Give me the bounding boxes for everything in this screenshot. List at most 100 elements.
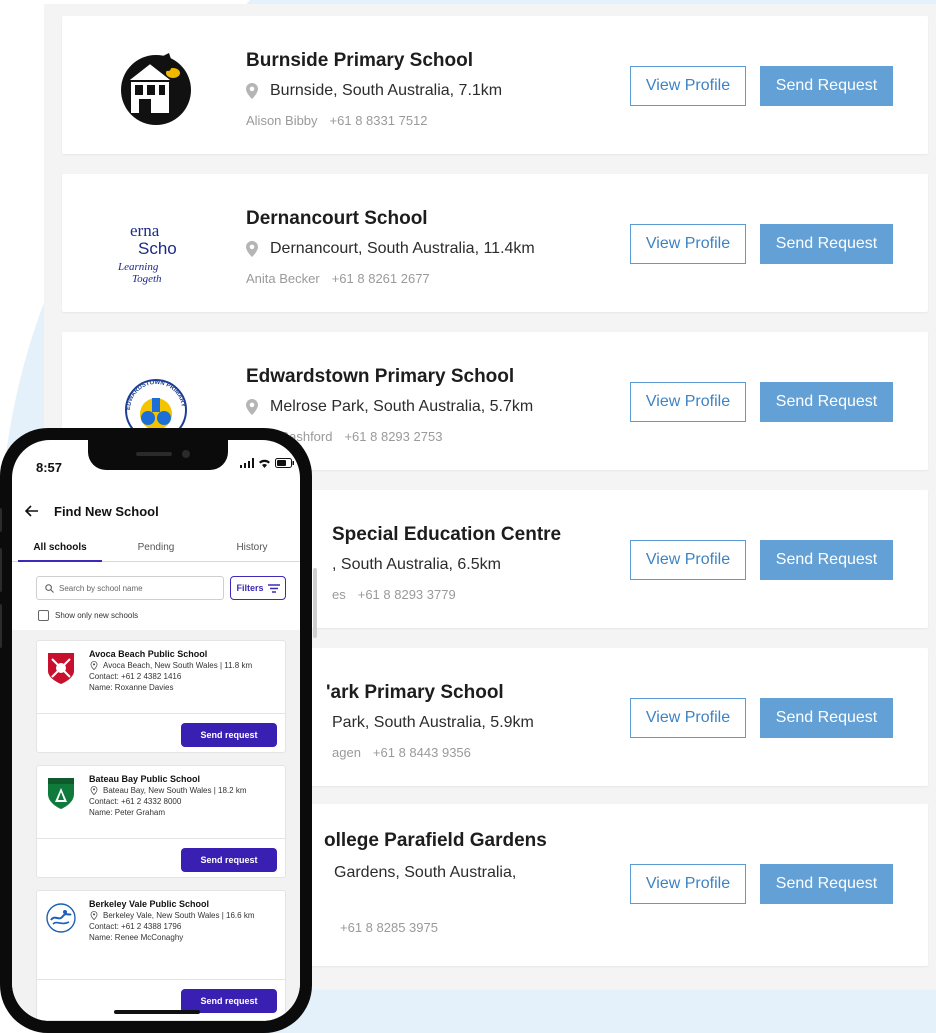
school-location: Bateau Bay, New South Wales | 18.2 km <box>89 785 281 796</box>
contact-name: es <box>332 587 346 602</box>
list-item: Berkeley Vale Public School Berkeley Val… <box>36 890 286 1021</box>
school-location: Dernancourt, South Australia, 11.4km <box>246 240 535 258</box>
school-location: Park, South Australia, 5.9km <box>332 714 534 731</box>
phone-side-button <box>0 604 2 648</box>
tab-history[interactable]: History <box>204 540 300 561</box>
school-person: Name: Peter Graham <box>89 808 166 817</box>
send-request-button[interactable]: Send Request <box>760 698 893 738</box>
contact-phone: +61 8 8261 2677 <box>331 271 430 286</box>
show-new-checkbox-row[interactable]: Show only new schools <box>38 610 138 621</box>
school-name: Berkeley Vale Public School <box>89 899 210 909</box>
school-location: , South Australia, 6.5km <box>332 556 501 573</box>
phone-notch <box>88 440 228 470</box>
school-name: Bateau Bay Public School <box>89 774 201 784</box>
location-pin-icon <box>246 399 258 415</box>
svg-text:Togeth: Togeth <box>132 273 162 285</box>
signal-icon <box>240 458 254 468</box>
view-profile-button[interactable]: View Profile <box>630 382 746 422</box>
tab-pending[interactable]: Pending <box>108 540 204 561</box>
contact-phone: +61 8 8285 3975 <box>340 920 438 935</box>
school-info: Berkeley Vale Public School Berkeley Val… <box>89 899 281 943</box>
send-request-button[interactable]: Send request <box>181 723 277 747</box>
school-logo: erna Scho Learning Togeth <box>116 206 196 286</box>
back-arrow-icon[interactable] <box>14 501 50 521</box>
view-profile-button[interactable]: View Profile <box>630 698 746 738</box>
location-pin-icon <box>90 661 98 670</box>
school-logo <box>45 901 77 935</box>
school-person: Name: Roxanne Davies <box>89 683 174 692</box>
show-new-label: Show only new schools <box>55 611 139 620</box>
school-person: Name: Renee McConaghy <box>89 933 184 942</box>
filter-icon <box>267 583 280 593</box>
school-name: 'ark Primary School <box>326 682 504 703</box>
contact-name: agen <box>332 745 361 760</box>
phone-screen: 8:57 Find New School All schools Pending… <box>12 440 300 1021</box>
page-title: Find New School <box>54 503 159 519</box>
school-logo <box>45 651 77 685</box>
school-location: Burnside, South Australia, 7.1km <box>246 82 502 100</box>
school-name: Avoca Beach Public School <box>89 649 208 659</box>
send-request-button[interactable]: Send request <box>181 848 277 872</box>
school-contact: Contact: +61 2 4332 8000 <box>89 797 182 806</box>
school-logo <box>45 776 77 810</box>
school-location: Avoca Beach, New South Wales | 11.8 km <box>89 660 281 671</box>
school-location: Berkeley Vale, New South Wales | 16.6 km <box>89 910 281 921</box>
school-location: Melrose Park, South Australia, 5.7km <box>246 398 533 416</box>
send-request-button[interactable]: Send Request <box>760 66 893 106</box>
send-request-button[interactable]: Send Request <box>760 864 893 904</box>
school-contact: Anita Becker +61 8 8261 2677 <box>246 271 430 286</box>
home-indicator <box>114 1010 200 1014</box>
filters-label: Filters <box>236 583 264 593</box>
search-input[interactable] <box>59 583 219 593</box>
search-box <box>36 576 224 600</box>
location-pin-icon <box>246 83 258 99</box>
school-info: Bateau Bay Public School Bateau Bay, New… <box>89 774 281 818</box>
filters-button[interactable]: Filters <box>230 576 286 600</box>
send-request-button[interactable]: Send Request <box>760 382 893 422</box>
contact-phone: +61 8 8331 7512 <box>329 113 428 128</box>
phone-side-button <box>0 548 2 592</box>
send-request-button[interactable]: Send Request <box>760 540 893 580</box>
school-name: Burnside Primary School <box>246 50 474 71</box>
tab-all-schools[interactable]: All schools <box>12 540 108 562</box>
view-profile-button[interactable]: View Profile <box>630 66 746 106</box>
view-profile-button[interactable]: View Profile <box>630 864 746 904</box>
school-name: Dernancourt School <box>246 208 428 229</box>
contact-name: Alison Bibby <box>246 113 318 128</box>
status-icons <box>240 458 295 468</box>
battery-icon <box>275 458 294 468</box>
phone-side-button <box>0 508 2 532</box>
school-name: Special Education Centre <box>332 524 562 545</box>
location-pin-icon <box>90 786 98 795</box>
app-header: Find New School <box>12 494 300 528</box>
school-name: ollege Parafield Gardens <box>324 830 547 851</box>
scrollbar-handle[interactable] <box>313 568 317 638</box>
school-card: erna Scho Learning Togeth Dernancourt Sc… <box>62 174 928 312</box>
school-card: Burnside Primary School Burnside, South … <box>62 16 928 154</box>
contact-phone: +61 8 8443 9356 <box>372 745 471 760</box>
list-item: Bateau Bay Public School Bateau Bay, New… <box>36 765 286 878</box>
wifi-icon <box>259 459 270 468</box>
view-profile-button[interactable]: View Profile <box>630 540 746 580</box>
view-profile-button[interactable]: View Profile <box>630 224 746 264</box>
contact-phone: +61 8 8293 3779 <box>357 587 456 602</box>
location-pin-icon <box>246 241 258 257</box>
show-new-checkbox[interactable] <box>38 610 49 621</box>
school-contact: es +61 8 8293 3779 <box>332 587 456 602</box>
phone-mockup: 8:57 Find New School All schools Pending… <box>0 428 312 1033</box>
school-contact: Alison Bibby +61 8 8331 7512 <box>246 113 428 128</box>
send-request-button[interactable]: Send Request <box>760 224 893 264</box>
location-pin-icon <box>90 911 98 920</box>
school-contact: Contact: +61 2 4382 1416 <box>89 672 182 681</box>
svg-text:Learning: Learning <box>117 261 159 273</box>
svg-text:erna: erna <box>130 221 160 240</box>
status-time: 8:57 <box>36 460 63 475</box>
school-contact: Contact: +61 2 4388 1796 <box>89 922 182 931</box>
contact-phone: +61 8 8293 2753 <box>344 429 443 444</box>
school-contact: agen +61 8 8443 9356 <box>332 745 471 760</box>
school-info: Avoca Beach Public School Avoca Beach, N… <box>89 649 281 693</box>
tab-bar: All schools Pending History <box>12 540 300 562</box>
list-item: Avoca Beach Public School Avoca Beach, N… <box>36 640 286 753</box>
school-logo <box>116 48 196 128</box>
school-location: Gardens, South Australia, <box>334 864 517 881</box>
